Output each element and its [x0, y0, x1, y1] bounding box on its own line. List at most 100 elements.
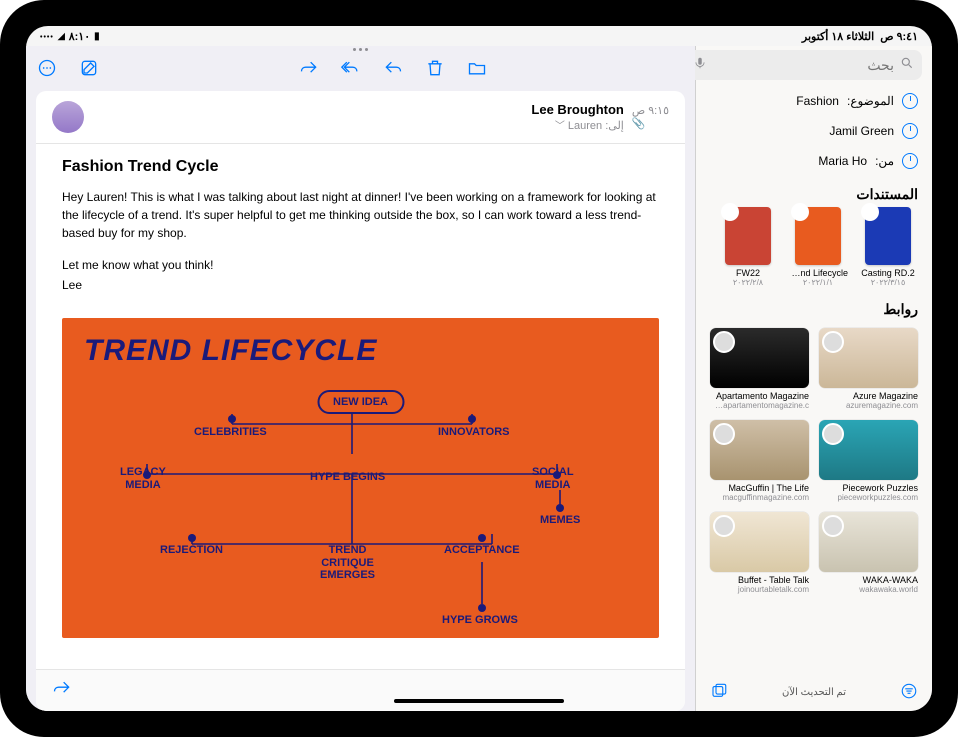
search-icon — [900, 56, 914, 75]
to-name: Lauren — [568, 120, 602, 132]
link-title: Apartamento Magazine — [710, 391, 809, 401]
node-memes: MEMES — [540, 514, 580, 527]
link-sub: pieceworkpuzzles.com — [819, 493, 918, 502]
document-title: Trend Lifecycle — [788, 268, 848, 278]
message-card: ٩:١٥ ص 📎 Lee Broughton إلى: Lauren ﹀ — [36, 91, 685, 711]
link-thumb — [819, 420, 918, 480]
link-thumb — [819, 328, 918, 388]
sidebar-status-text: تم التحديث الآن — [782, 687, 846, 698]
link-title: MacGuffin | The Life — [710, 483, 809, 493]
recent-icon — [902, 93, 918, 109]
node-trend-critique: TRENDCRITIQUEEMERGES — [320, 544, 375, 582]
suggestion-prefix: الموضوع: — [847, 94, 894, 108]
document-card[interactable]: Casting RD.2 ٢٠٢٢/٣/١٥ — [858, 207, 918, 287]
signal-icon — [40, 30, 54, 42]
node-rejection: REJECTION — [160, 544, 223, 557]
suggestion-subject[interactable]: الموضوع: Fashion — [710, 86, 918, 116]
document-title: Casting RD.2 — [858, 268, 918, 278]
link-thumb — [819, 512, 918, 572]
suggestion-person[interactable]: Jamil Green — [710, 116, 918, 146]
document-date: ٢٠٢٢/٢/٨ — [718, 278, 778, 287]
link-sub: azuremagazine.com — [819, 401, 918, 410]
link-tile[interactable]: Buffet - Table Talk joinourtabletalk.com — [710, 512, 809, 594]
share-forward-button[interactable] — [298, 57, 320, 79]
links-grid: Azure Magazine azuremagazine.com Apartam… — [696, 322, 932, 600]
suggestion-from[interactable]: من: Maria Ho — [710, 146, 918, 176]
document-date: ٢٠٢٢/٣/١٥ — [858, 278, 918, 287]
link-tile[interactable]: Apartamento Magazine apartamentomagazine… — [710, 328, 809, 410]
section-links-title: روابط — [696, 293, 932, 322]
trash-button[interactable] — [424, 57, 446, 79]
link-tile[interactable]: WAKA-WAKA wakawaka.world — [819, 512, 918, 594]
forward-button[interactable] — [52, 685, 72, 702]
document-date: ٢٠٢٢/١/١ — [788, 278, 848, 287]
suggestion-value: Maria Ho — [818, 154, 867, 168]
link-tile[interactable]: Piecework Puzzles pieceworkpuzzles.com — [819, 420, 918, 502]
message-footer — [36, 669, 685, 711]
document-card[interactable]: FW22 ٢٠٢٢/٢/٨ — [718, 207, 778, 287]
suggestion-value: Jamil Green — [829, 124, 894, 138]
body-paragraph: Hey Lauren! This is what I was talking a… — [62, 188, 659, 242]
link-sub: wakawaka.world — [819, 585, 918, 594]
folder-button[interactable] — [466, 57, 488, 79]
sender-name[interactable]: Lee Broughton — [92, 102, 624, 117]
reply-button[interactable] — [382, 57, 404, 79]
search-input[interactable] — [713, 57, 894, 73]
status-indicators: ٨:١٠ — [40, 30, 100, 43]
node-hype-begins: HYPE BEGINS — [310, 471, 385, 484]
dot-icon — [468, 415, 476, 423]
dot-icon — [553, 471, 561, 479]
body-signature: Lee — [62, 276, 659, 294]
node-innovators: INNOVATORS — [438, 426, 510, 439]
node-acceptance: ACCEPTANCE — [444, 544, 520, 557]
sidebar-footer: تم التحديث الآن — [696, 674, 932, 711]
link-title: Piecework Puzzles — [819, 483, 918, 493]
window-icon[interactable] — [710, 682, 728, 703]
search-field[interactable] — [685, 50, 922, 80]
to-line[interactable]: إلى: Lauren ﹀ — [92, 117, 624, 132]
document-thumb — [865, 207, 911, 265]
link-tile[interactable]: Azure Magazine azuremagazine.com — [819, 328, 918, 410]
mic-icon[interactable] — [693, 56, 707, 75]
status-date-text: الثلاثاء ١٨ أكتوبر — [802, 31, 874, 43]
attachment-infographic[interactable]: TREND LIFECYCLE — [62, 318, 659, 638]
reply-all-button[interactable] — [340, 57, 362, 79]
more-button[interactable] — [36, 57, 58, 79]
filter-icon[interactable] — [900, 682, 918, 703]
link-sub: macguffinmagazine.com — [710, 493, 809, 502]
link-title: Buffet - Table Talk — [710, 575, 809, 585]
node-celebrities: CELEBRITIES — [194, 426, 267, 439]
recent-icon — [902, 153, 918, 169]
message-toolbar — [26, 51, 695, 85]
node-social-media: SOCIALMEDIA — [532, 466, 574, 491]
to-label: إلى: — [605, 120, 624, 132]
chevron-down-icon: ﹀ — [555, 121, 565, 132]
link-sub: joinourtabletalk.com — [710, 585, 809, 594]
message-body: Hey Lauren! This is what I was talking a… — [36, 184, 685, 312]
dot-icon — [556, 504, 564, 512]
document-card[interactable]: Trend Lifecycle ٢٠٢٢/١/١ — [788, 207, 848, 287]
home-indicator[interactable] — [394, 699, 564, 703]
status-time-text: ٩:٤١ ص — [880, 31, 918, 43]
recent-suggestions: الموضوع: Fashion Jamil Green من: Maria H… — [696, 84, 932, 178]
battery-icon — [94, 30, 100, 42]
node-new-idea: NEW IDEA — [317, 390, 404, 414]
body-paragraph: Let me know what you think! — [62, 256, 659, 274]
link-title: Azure Magazine — [819, 391, 918, 401]
sender-avatar[interactable] — [52, 101, 84, 133]
search-sidebar: إلغاء الموضوع: Fashion Jamil Green من: — [695, 46, 932, 711]
compose-button[interactable] — [78, 57, 100, 79]
screen: ٩:٤١ ص الثلاثاء ١٨ أكتوبر ٨:١٠ — [26, 26, 932, 711]
dot-icon — [478, 604, 486, 612]
content-row: إلغاء الموضوع: Fashion Jamil Green من: — [26, 46, 932, 711]
toolbar-left — [36, 57, 100, 79]
link-thumb — [710, 328, 809, 388]
documents-row: Casting RD.2 ٢٠٢٢/٣/١٥ Trend Lifecycle ٢… — [696, 207, 932, 293]
diagram-lines — [62, 384, 659, 638]
dot-icon — [143, 471, 151, 479]
document-title: FW22 — [718, 268, 778, 278]
message-time: ٩:١٥ ص — [632, 104, 669, 117]
document-thumb — [725, 207, 771, 265]
link-tile[interactable]: MacGuffin | The Life macguffinmagazine.c… — [710, 420, 809, 502]
message-subject: Fashion Trend Cycle — [36, 144, 685, 184]
